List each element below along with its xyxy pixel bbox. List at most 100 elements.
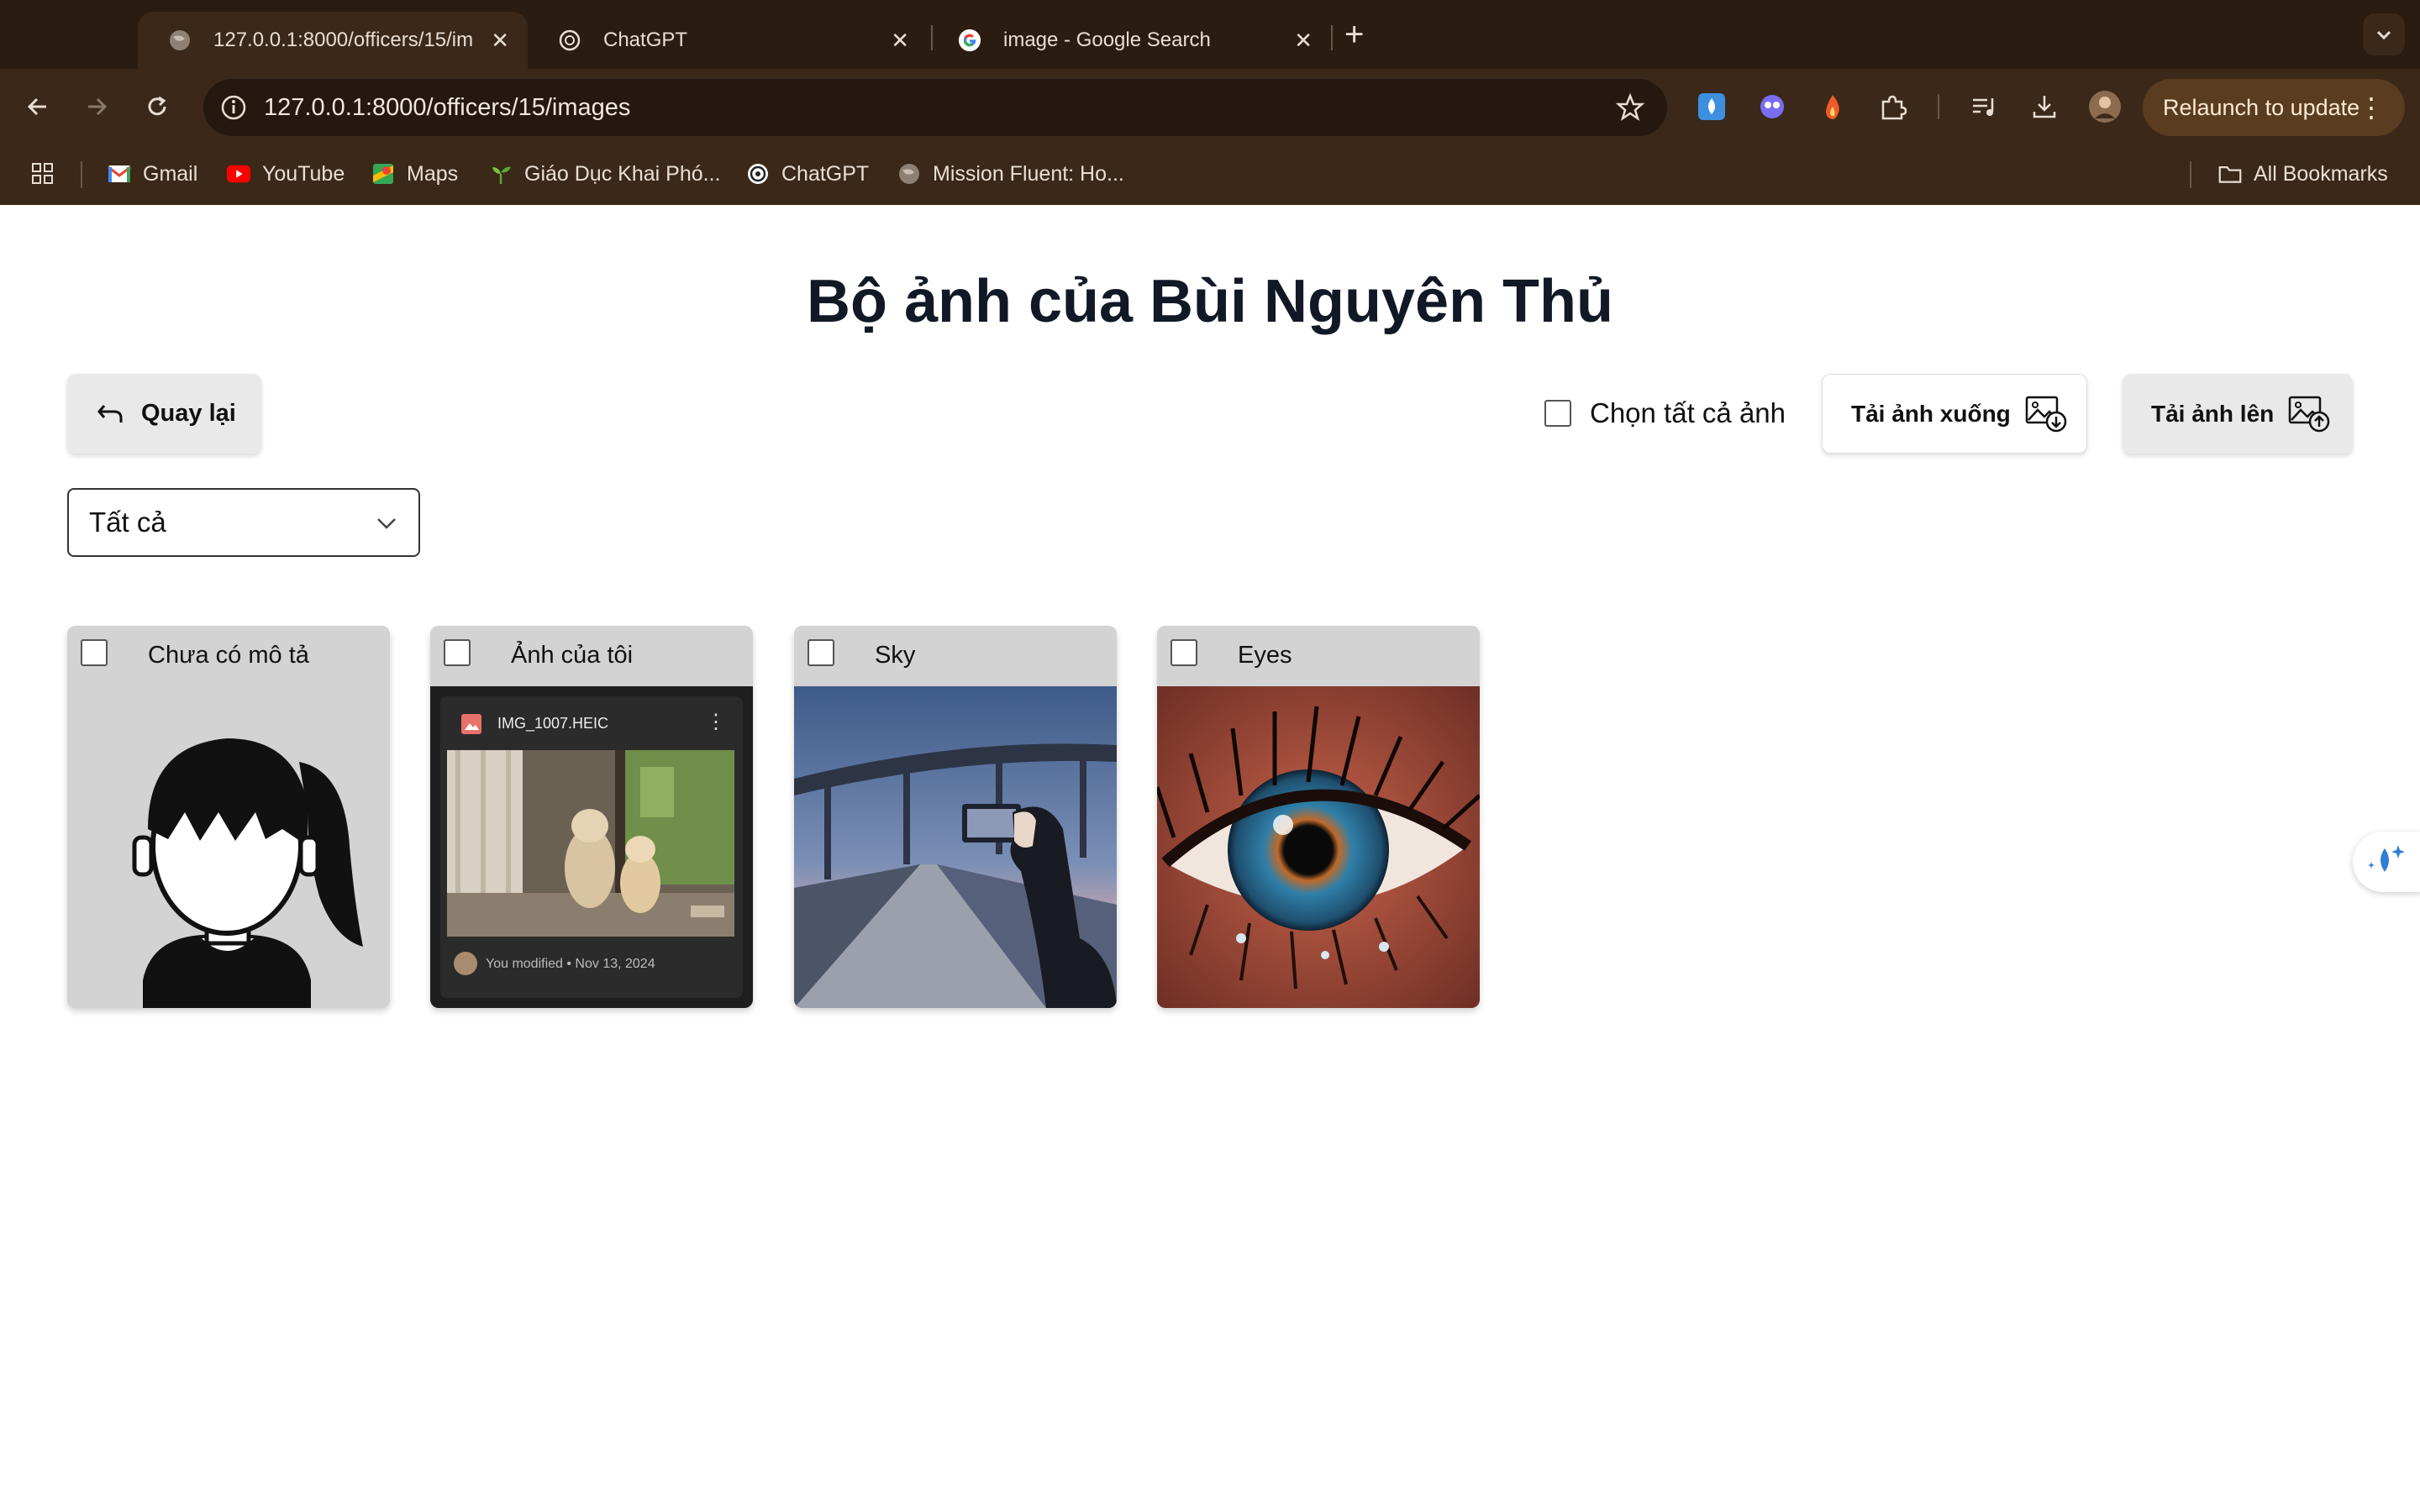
tab-chatgpt[interactable]: ChatGPT ✕ — [528, 12, 928, 69]
image-card[interactable]: Eyes — [1157, 626, 1480, 1008]
download-label: Tải ảnh xuống — [1851, 400, 2011, 427]
card-header: Ảnh của tôi — [430, 626, 753, 686]
folder-icon — [2218, 162, 2242, 186]
select-all-checkbox[interactable] — [1544, 400, 1571, 427]
relaunch-label: Relaunch to update — [2163, 95, 2360, 120]
extension-drop-icon[interactable] — [1694, 89, 1729, 124]
all-bookmarks-button[interactable]: All Bookmarks — [2218, 151, 2388, 197]
floating-extension-button[interactable] — [2353, 832, 2420, 892]
globe-icon — [168, 29, 192, 52]
avatar-placeholder-image[interactable] — [67, 686, 390, 1008]
card-header: Chưa có mô tả — [67, 626, 390, 686]
new-tab-button[interactable]: + — [1344, 15, 1364, 54]
image-select-checkbox[interactable] — [444, 639, 471, 666]
bridge-photo[interactable] — [794, 686, 1117, 1008]
image-caption: Eyes — [1238, 642, 1292, 669]
bookmark-chatgpt[interactable]: ChatGPT — [746, 151, 869, 197]
page-title: Bộ ảnh của Bùi Nguyên Thủ — [806, 268, 1613, 335]
globe-icon — [897, 162, 921, 186]
chevron-down-icon — [2376, 30, 2391, 40]
extension-flame-icon[interactable] — [1815, 89, 1850, 124]
card-header: Sky — [794, 626, 1117, 686]
tab-title: image - Google Search — [1003, 29, 1211, 51]
upload-images-button[interactable]: Tải ảnh lên — [2123, 374, 2353, 454]
apps-grid-icon — [32, 163, 53, 184]
bookmark-label: Mission Fluent: Ho... — [933, 161, 1124, 186]
tab-search-button[interactable] — [2363, 13, 2405, 55]
image-card[interactable]: Chưa có mô tả — [67, 626, 390, 1008]
bookmark-label: ChatGPT — [781, 161, 870, 186]
bookmark-mission-fluent[interactable]: Mission Fluent: Ho... — [897, 151, 1124, 197]
chevron-down-icon — [377, 518, 396, 529]
bookmark-youtube[interactable]: YouTube — [227, 151, 345, 197]
image-select-checkbox[interactable] — [1171, 639, 1197, 666]
tab-officer-images[interactable]: 127.0.0.1:8000/officers/15/im ✕ — [138, 12, 528, 69]
download-icon[interactable] — [2027, 89, 2062, 124]
image-card[interactable]: Sky — [794, 626, 1117, 1008]
reload-button[interactable] — [138, 87, 176, 126]
drive-screenshot-image[interactable]: IMG_1007.HEIC ⋮ You modified • Nov 13, 2… — [430, 686, 753, 1008]
bookmark-label: Maps — [407, 161, 459, 186]
select-all-control[interactable]: Chọn tất cả ảnh — [1544, 391, 1786, 436]
image-select-checkbox[interactable] — [808, 639, 834, 666]
upload-label: Tải ảnh lên — [2151, 400, 2275, 427]
category-filter-select[interactable]: Tất cả — [67, 488, 420, 557]
image-caption: Ảnh của tôi — [511, 642, 634, 669]
drive-preview-panel: IMG_1007.HEIC ⋮ You modified • Nov 13, 2… — [430, 686, 753, 1008]
close-icon[interactable]: ✕ — [891, 28, 909, 54]
extensions-puzzle-icon[interactable] — [1876, 89, 1911, 124]
image-file-icon — [461, 714, 481, 734]
chatgpt-icon — [746, 162, 770, 186]
address-bar[interactable]: 127.0.0.1:8000/officers/15/images — [203, 79, 1667, 136]
image-upload-icon — [2289, 396, 2330, 432]
media-control-icon[interactable] — [1966, 89, 2002, 124]
image-download-icon — [2025, 396, 2067, 432]
close-icon[interactable]: ✕ — [1294, 28, 1313, 54]
tab-google-search[interactable]: image - Google Search ✕ — [928, 12, 1331, 69]
bookmarks-bar: Gmail YouTube Maps Giáo Dục Khai Phó... … — [0, 151, 2420, 197]
back-label: Quay lại — [141, 400, 236, 427]
arrow-left-icon — [27, 97, 46, 116]
toolbar-divider — [1938, 94, 1939, 119]
back-nav-button[interactable] — [18, 87, 57, 126]
arrow-right-icon — [88, 97, 108, 116]
more-options-icon[interactable]: ⋮ — [706, 710, 726, 734]
file-name: IMG_1007.HEIC — [497, 715, 609, 732]
image-caption: Chưa có mô tả — [148, 642, 309, 669]
menu-dots-icon: ⋮ — [2358, 92, 2385, 123]
image-select-checkbox[interactable] — [81, 639, 108, 666]
user-avatar — [454, 952, 477, 975]
youtube-icon — [227, 162, 250, 186]
undo-arrow-icon — [97, 404, 123, 423]
maps-icon — [371, 162, 395, 186]
reload-icon — [148, 96, 166, 116]
tab-strip: 127.0.0.1:8000/officers/15/im ✕ ChatGPT … — [0, 0, 2420, 69]
bookmark-label: YouTube — [262, 161, 345, 186]
drive-preview-card: IMG_1007.HEIC ⋮ You modified • Nov 13, 2… — [440, 696, 743, 998]
profile-avatar-icon[interactable] — [2087, 89, 2123, 124]
extension-owl-icon[interactable] — [1754, 89, 1790, 124]
forward-nav-button[interactable] — [77, 87, 116, 126]
relaunch-button[interactable]: Relaunch to update ⋮ — [2143, 79, 2405, 136]
google-icon — [958, 29, 981, 52]
sparkle-drop-icon — [2368, 845, 2405, 872]
bookmark-star-icon[interactable] — [1612, 89, 1649, 126]
bookmarks-divider — [2190, 161, 2191, 188]
filter-selected-value: Tất cả — [89, 507, 166, 538]
select-all-label: Chọn tất cả ảnh — [1590, 397, 1786, 428]
site-info-icon[interactable] — [215, 89, 252, 126]
download-images-button[interactable]: Tải ảnh xuống — [1822, 374, 2087, 454]
bookmark-gmail[interactable]: Gmail — [108, 151, 197, 197]
close-icon[interactable]: ✕ — [491, 28, 509, 54]
apps-grid-button[interactable] — [30, 151, 55, 197]
bookmark-label: Giáo Dục Khai Phó... — [524, 161, 721, 186]
modified-meta: You modified • Nov 13, 2024 — [486, 957, 655, 971]
eye-photo[interactable] — [1157, 686, 1480, 1008]
bookmark-giao-duc[interactable]: Giáo Dục Khai Phó... — [489, 151, 720, 197]
tab-title: ChatGPT — [603, 29, 688, 51]
bookmark-maps[interactable]: Maps — [371, 151, 458, 197]
all-bookmarks-label: All Bookmarks — [2254, 161, 2388, 186]
tab-divider — [1331, 25, 1333, 50]
back-button[interactable]: Quay lại — [67, 374, 261, 454]
image-card[interactable]: Ảnh của tôi IMG_1007.HEIC ⋮ You modified… — [430, 626, 753, 1008]
